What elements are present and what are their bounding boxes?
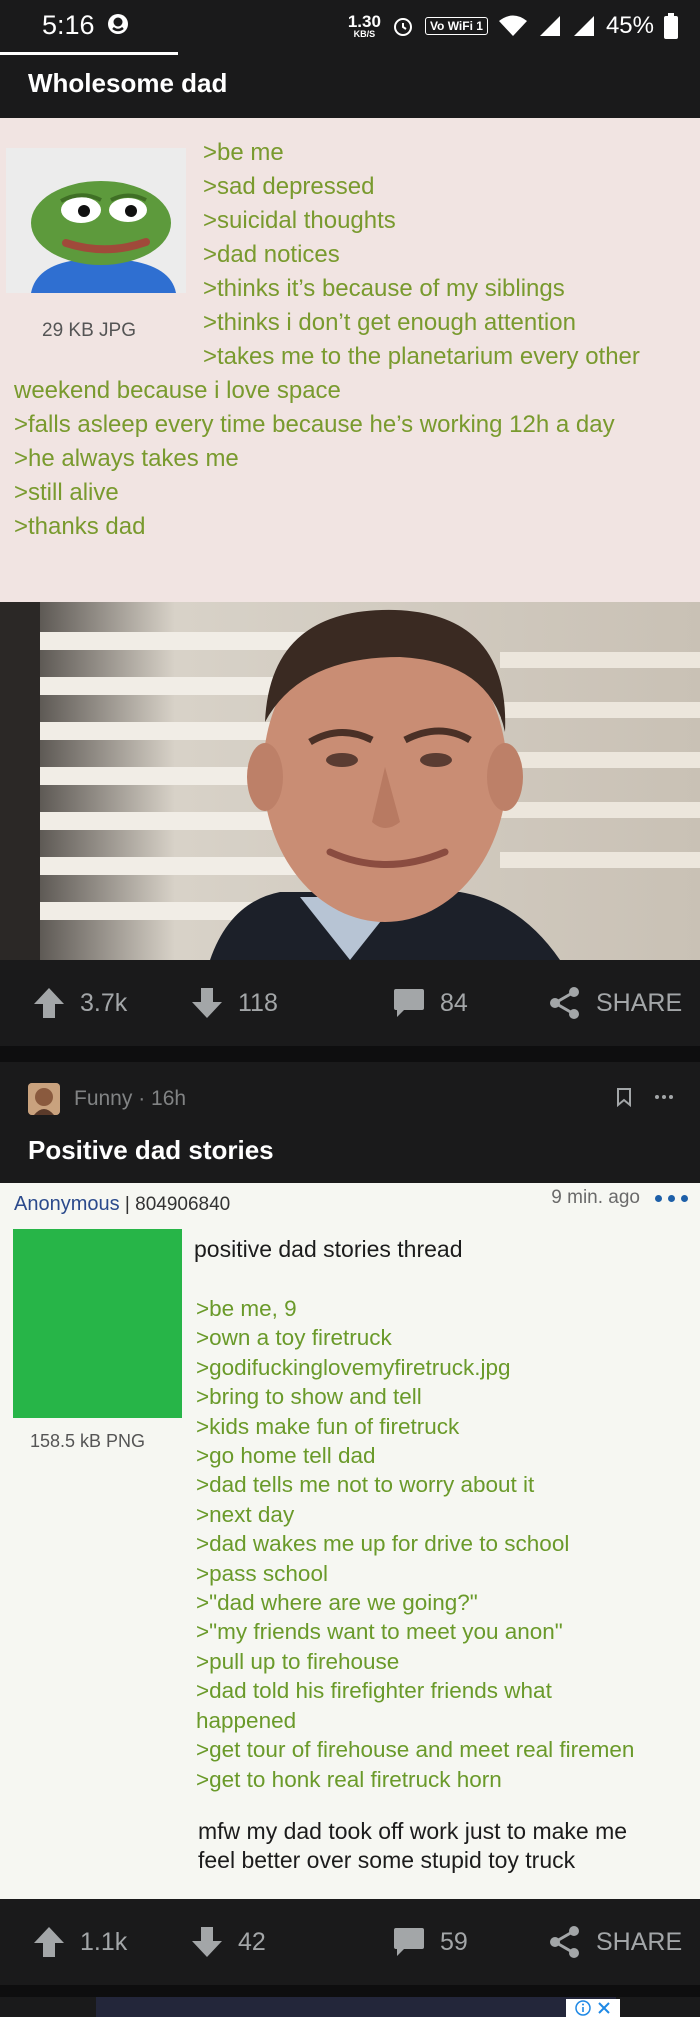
greentext-line: >"dad where are we going?": [196, 1590, 478, 1616]
post-meta-actions: [616, 1087, 674, 1107]
share-label: SHARE: [596, 988, 683, 1017]
downvote-button[interactable]: 42: [190, 1925, 266, 1959]
downvote-icon: [192, 1927, 222, 1957]
status-time: 5:16: [42, 10, 95, 40]
status-right: 1.30 KB/S Vo WiFi 1 45%: [348, 8, 678, 44]
file-size: 158.5 kB PNG: [30, 1431, 146, 1451]
share-label: SHARE: [596, 1927, 683, 1956]
greentext-line: >get to honk real firetruck horn: [196, 1766, 502, 1792]
greentext-line: >still alive: [14, 479, 119, 506]
pepe-thumbnail: [6, 148, 186, 293]
greentext-line: >pass school: [196, 1560, 328, 1586]
greentext-line: >be me: [203, 139, 284, 166]
greentext-line: >dad tells me not to worry about it: [196, 1472, 535, 1498]
comment-count: 59: [440, 1927, 468, 1956]
greentext-line: >dad wakes me up for drive to school: [196, 1531, 570, 1557]
alarm-icon: [393, 18, 412, 36]
bookmark-icon[interactable]: [616, 1087, 632, 1107]
greentext-line: >own a toy firetruck: [196, 1325, 392, 1351]
close-icon[interactable]: [597, 2001, 611, 2015]
greentext-line: >dad notices: [203, 241, 340, 268]
greentext-line: >thinks i don’t get enough attention: [203, 309, 576, 336]
greentext-lines-full: weekend because i love space >falls asle…: [14, 374, 615, 544]
file-size: 29 KB JPG: [42, 320, 136, 341]
greentext-line: >be me, 9: [196, 1296, 297, 1321]
poster-name: Anonymous | 804906840: [14, 1193, 231, 1215]
greentext-line: >bring to show and tell: [196, 1384, 422, 1410]
greentext-line: >get tour of firehouse and meet real fir…: [196, 1737, 635, 1763]
greentext-lines: >be me >sad depressed >suicidal thoughts…: [203, 136, 640, 374]
share-button[interactable]: SHARE: [548, 1925, 682, 1959]
subreddit-avatar[interactable]: [28, 1083, 60, 1115]
downvote-icon: [192, 988, 222, 1018]
upvote-icon: [34, 1927, 64, 1957]
greentext-line: >thanks dad: [14, 513, 146, 540]
app-notification-icon: [108, 14, 128, 34]
ad-banner[interactable]: [96, 1997, 616, 2017]
info-icon[interactable]: [575, 2000, 591, 2016]
greentext-line: >takes me to the planetarium every other: [203, 343, 640, 370]
greentext-line: weekend because i love space: [14, 377, 341, 404]
signal-icon: [539, 16, 560, 36]
post-title[interactable]: Wholesome dad: [28, 68, 227, 99]
wifi-icon: [498, 15, 527, 36]
greentext-line: >kids make fun of firetruck: [196, 1413, 460, 1439]
greentext-line: >"my friends want to meet you anon": [196, 1619, 563, 1645]
upvote-button[interactable]: 3.7k: [32, 986, 127, 1020]
greentext-line: >falls asleep every time because he’s wo…: [14, 411, 615, 438]
upvote-icon: [34, 988, 64, 1018]
greentext-line: >dad told his firefighter friends what: [196, 1678, 552, 1704]
upvote-count: 3.7k: [80, 988, 128, 1017]
post-divider: [0, 1046, 700, 1062]
net-speed: 1.30 KB/S: [347, 12, 381, 39]
thread-title: positive dad stories thread: [194, 1236, 463, 1262]
battery-icon: [664, 13, 678, 39]
greentext-line: >he always takes me: [14, 445, 239, 472]
comment-count: 84: [440, 988, 468, 1017]
greentext-line: >go home tell dad: [196, 1443, 376, 1469]
subreddit-name[interactable]: Funny · 16h: [74, 1087, 186, 1111]
more-icon[interactable]: [654, 1094, 674, 1100]
more-icon: [655, 1195, 688, 1202]
greentext-line: >thinks it’s because of my siblings: [203, 275, 565, 302]
comment-icon: [394, 1928, 424, 1956]
greentext-lines: >be me, 9 >own a toy firetruck >godifuck…: [196, 1294, 634, 1794]
post-divider: [0, 1985, 700, 1997]
post-meta: Funny · 16h: [28, 1083, 186, 1115]
share-button[interactable]: SHARE: [548, 986, 682, 1020]
greentext-line: >next day: [196, 1501, 295, 1527]
greentext-line: happened: [196, 1707, 297, 1733]
share-icon: [550, 987, 579, 1019]
comments-button[interactable]: 59: [392, 1925, 468, 1959]
post-time: 9 min. ago: [551, 1187, 640, 1208]
downvote-count: 118: [238, 988, 278, 1017]
active-tab-indicator: [0, 52, 178, 55]
comment-icon: [394, 989, 424, 1017]
post-action-bar: 3.7k 118 84 SHARE: [0, 960, 700, 1046]
post-title[interactable]: Positive dad stories: [28, 1135, 274, 1166]
greentext-line: >sad depressed: [203, 173, 375, 200]
comments-button[interactable]: 84: [392, 986, 468, 1020]
greentext-screenshot[interactable]: Anonymous | 804906840 9 min. ago 158.5 k…: [0, 1183, 700, 1899]
status-bar: 5:16 1.30 KB/S Vo WiFi 1 45%: [0, 0, 700, 52]
image-thumbnail: [13, 1229, 182, 1418]
greentext-line: >suicidal thoughts: [203, 207, 396, 234]
thread-footer: mfw my dad took off work just to make me…: [198, 1818, 628, 1873]
upvote-count: 1.1k: [80, 1927, 128, 1956]
greentext-line: >godifuckinglovemyfiretruck.jpg: [196, 1354, 511, 1380]
downvote-button[interactable]: 118: [190, 986, 278, 1020]
post-action-bar: 1.1k 42 59 SHARE: [0, 1899, 700, 1985]
share-icon: [550, 1926, 579, 1958]
downvote-count: 42: [238, 1927, 266, 1956]
vowifi-badge: Vo WiFi 1: [424, 17, 488, 35]
greentext-line: >pull up to firehouse: [196, 1648, 400, 1674]
signal-icon-2: [573, 16, 594, 36]
ad-controls: [566, 1999, 620, 2017]
reaction-photo[interactable]: [0, 602, 700, 960]
upvote-button[interactable]: 1.1k: [32, 1925, 127, 1959]
greentext-screenshot[interactable]: 29 KB JPG >be me >sad depressed >suicida…: [0, 118, 700, 602]
battery-level: 45%: [605, 12, 654, 39]
